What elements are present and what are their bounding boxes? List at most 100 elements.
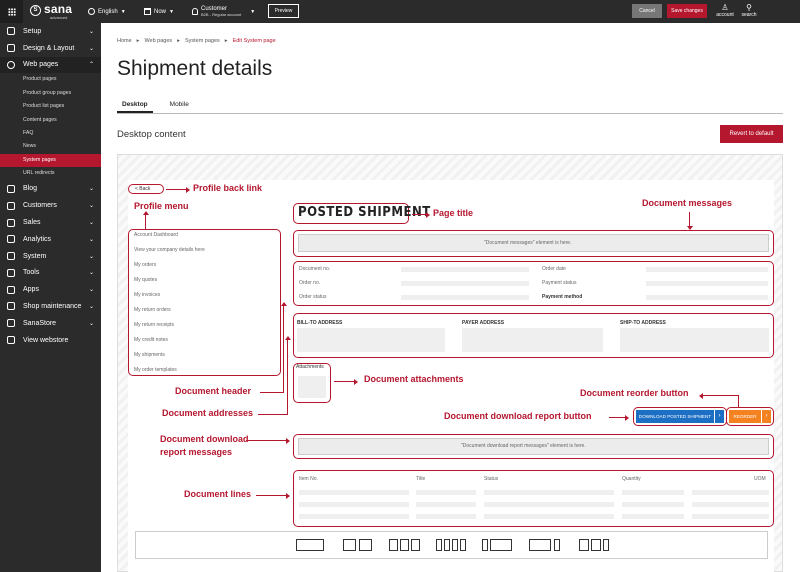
maintenance-icon xyxy=(7,302,15,311)
table-row xyxy=(484,502,614,507)
apps-grid-button[interactable] xyxy=(0,0,23,23)
header-field-label: Document no. xyxy=(299,266,331,272)
chevron-down-icon: ⌄ xyxy=(88,236,94,243)
language-selector[interactable]: English ▼ xyxy=(88,0,126,23)
sidebar-item-tools[interactable]: Tools ⌄ xyxy=(0,265,101,282)
pager-box xyxy=(591,539,601,551)
annotation-document-attachments: Document attachments xyxy=(364,374,464,384)
analytics-icon xyxy=(7,235,15,244)
table-row xyxy=(299,514,409,519)
cancel-button[interactable]: Cancel xyxy=(632,4,662,18)
customers-icon xyxy=(7,201,15,210)
preview-canvas: < Back Profile back link Profile menu Ac… xyxy=(117,154,783,572)
sidebar-item-system[interactable]: System ⌄ xyxy=(0,248,101,265)
sidebar-item-label: Design & Layout xyxy=(23,44,75,52)
annotation-arrow xyxy=(260,392,284,393)
sidebar-item-setup[interactable]: Setup ⌄ xyxy=(0,23,101,40)
chevron-up-icon: ⌃ xyxy=(88,62,94,69)
table-row xyxy=(622,502,684,507)
profile-menu-item[interactable]: My return receipts xyxy=(134,322,174,328)
lines-column-header: UOM xyxy=(754,476,766,482)
breadcrumb-separator-icon: ▸ xyxy=(224,38,228,44)
sidebar-subitem-product-group-pages[interactable]: Product group pages xyxy=(0,87,101,100)
pager-box xyxy=(529,539,551,551)
sidebar-item-sales[interactable]: Sales ⌄ xyxy=(0,214,101,231)
profile-menu-item[interactable]: My return orders xyxy=(134,307,171,313)
breadcrumb-web-pages[interactable]: Web pages xyxy=(144,38,172,44)
annotation-arrow xyxy=(609,414,629,421)
preview-button[interactable]: Preview xyxy=(268,4,299,18)
sidebar-item-shop-maintenance[interactable]: Shop maintenance ⌄ xyxy=(0,298,101,315)
bill-to-address-label: BILL-TO ADDRESS xyxy=(297,320,343,326)
header-field-value xyxy=(646,267,768,272)
chevron-down-icon: ⌄ xyxy=(88,287,94,294)
back-link[interactable]: < Back xyxy=(135,186,150,192)
sana-logo: S sana advanced xyxy=(30,2,80,20)
account-button[interactable]: ♙ account xyxy=(714,3,736,21)
profile-menu-item[interactable]: My shipments xyxy=(134,352,165,358)
header-field-label: Order date xyxy=(542,266,566,272)
breadcrumb-current: Edit System page xyxy=(232,38,276,44)
sidebar-subitem-system-pages[interactable]: System pages xyxy=(0,153,101,168)
sidebar-item-label: Customers xyxy=(23,202,57,210)
pager-box xyxy=(343,539,356,551)
sidebar-item-view-webstore[interactable]: View webstore xyxy=(0,332,101,349)
page-title: Shipment details xyxy=(117,57,273,80)
top-bar: S sana advanced English ▼ Now ▼ Customer… xyxy=(0,0,800,23)
profile-menu-item[interactable]: My invoices xyxy=(134,292,160,298)
header-field-label: Payment method xyxy=(542,294,583,300)
profile-menu-item[interactable]: My credit notes xyxy=(134,337,168,343)
breadcrumb-home[interactable]: Home xyxy=(117,38,132,44)
preview-page-title: POSTED SHIPMENT xyxy=(298,205,431,220)
language-label: English xyxy=(98,8,118,15)
sidebar-subitem-url-redirects[interactable]: URL redirects xyxy=(0,167,101,180)
sidebar-item-customers[interactable]: Customers ⌄ xyxy=(0,197,101,214)
preview-page: < Back Profile back link Profile menu Ac… xyxy=(128,180,774,572)
sidebar-item-design-layout[interactable]: Design & Layout ⌄ xyxy=(0,40,101,57)
sidebar-subitem-news[interactable]: News xyxy=(0,140,101,153)
breadcrumb: Home ▸ Web pages ▸ System pages ▸ Edit Syst… xyxy=(117,38,276,44)
annotation-document-messages: Document messages xyxy=(642,198,733,208)
chevron-down-icon: ⌄ xyxy=(88,203,94,210)
sidebar-subitem-product-list-pages[interactable]: Product list pages xyxy=(0,100,101,113)
profile-menu-item[interactable]: View your company details here xyxy=(134,247,205,253)
tab-mobile[interactable]: Mobile xyxy=(165,101,194,113)
sidebar-item-web-pages[interactable]: Web pages ⌃ xyxy=(0,56,101,74)
section-title: Desktop content xyxy=(117,129,186,140)
sidebar-item-sanastore[interactable]: SanaStore ⌄ xyxy=(0,315,101,332)
sidebar-item-apps[interactable]: Apps ⌄ xyxy=(0,281,101,298)
profile-menu-item[interactable]: My quotes xyxy=(134,277,157,283)
pager-box xyxy=(444,539,450,551)
table-row xyxy=(484,490,614,495)
profile-menu-item[interactable]: Account Dashboard xyxy=(134,232,178,238)
tab-desktop[interactable]: Desktop xyxy=(117,101,153,113)
annotation-document-reorder-button: Document reorder button xyxy=(580,388,689,398)
date-selector[interactable]: Now ▼ xyxy=(144,0,174,23)
customer-selector[interactable]: Customer B2B - Regular account ▼ xyxy=(192,0,255,23)
revert-to-default-button[interactable]: Revert to default xyxy=(720,125,783,143)
download-posted-shipment-button[interactable]: DOWNLOAD POSTED SHIPMENT xyxy=(636,410,714,423)
breadcrumb-system-pages[interactable]: System pages xyxy=(185,38,220,44)
sidebar-subitem-faq[interactable]: FAQ xyxy=(0,127,101,140)
sidebar-subitem-product-pages[interactable]: Product pages xyxy=(0,73,101,86)
table-row xyxy=(692,490,769,495)
profile-menu-item[interactable]: My orders xyxy=(134,262,156,268)
payer-address-box xyxy=(462,328,603,352)
pager-box xyxy=(490,539,512,551)
sidebar-item-analytics[interactable]: Analytics ⌄ xyxy=(0,231,101,248)
sidebar-item-label: Blog xyxy=(23,185,38,193)
pager-box xyxy=(554,539,560,551)
sidebar-subitem-content-pages[interactable]: Content pages xyxy=(0,114,101,127)
tools-icon xyxy=(7,268,15,277)
search-button[interactable]: ⚲ search xyxy=(738,3,760,21)
sidebar-item-blog[interactable]: Blog ⌄ xyxy=(0,181,101,198)
lines-column-header: Item No. xyxy=(299,476,318,482)
reorder-button[interactable]: REORDER xyxy=(729,410,761,423)
save-changes-button[interactable]: Save changes xyxy=(667,4,707,18)
table-row xyxy=(484,514,614,519)
header-field-value xyxy=(646,295,768,300)
profile-menu-item[interactable]: My order templates xyxy=(134,367,177,373)
chevron-down-icon: ⌄ xyxy=(88,320,94,327)
pager-box xyxy=(436,539,442,551)
chevron-down-icon: ⌄ xyxy=(88,28,94,35)
